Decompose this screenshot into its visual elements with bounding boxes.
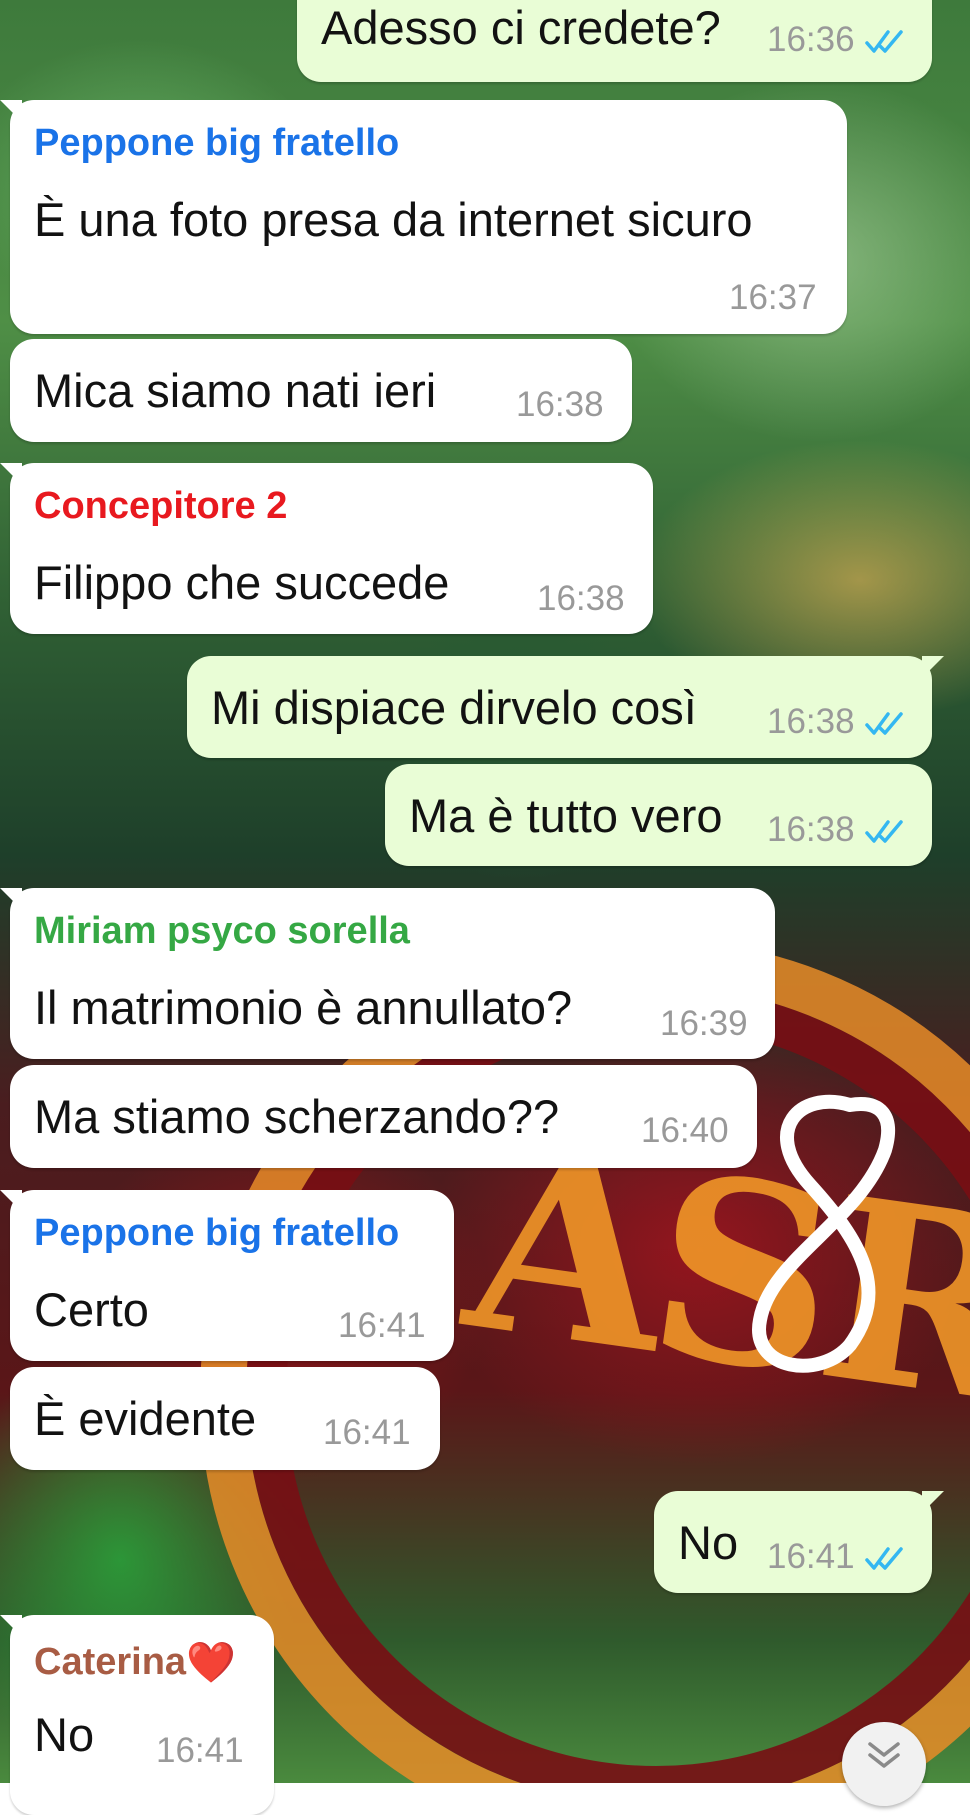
heart-icon: ❤️: [186, 1641, 236, 1685]
message-timestamp: 16:38: [516, 385, 604, 424]
double-check-icon: [865, 820, 903, 843]
bubble-tail: [922, 656, 944, 678]
message-timestamp: 16:38: [767, 702, 855, 741]
bubble-tail: [0, 463, 22, 485]
chevron-double-down-icon: [868, 1742, 900, 1768]
message-bubble-outgoing[interactable]: Mi dispiace dirvelo così 16:38: [187, 656, 944, 758]
bubble-tail: [922, 1491, 944, 1513]
scroll-to-bottom-button[interactable]: [842, 1722, 926, 1806]
message-timestamp: 16:39: [660, 1004, 748, 1043]
message-bubble-outgoing[interactable]: Adesso ci credete? 16:36: [297, 0, 932, 82]
message-text: È una foto presa da internet sicuro: [34, 193, 753, 246]
message-bubble-incoming[interactable]: Concepitore 2 Filippo che succede 16:38: [0, 463, 653, 634]
message-text: È evidente: [34, 1392, 257, 1445]
message-bubble-incoming[interactable]: Caterina❤️ No 16:41: [0, 1615, 274, 1815]
message-timestamp: 16:41: [338, 1306, 426, 1345]
message-bubble-incoming[interactable]: Peppone big fratello Certo 16:41: [0, 1190, 454, 1361]
sender-name-text: Caterina: [34, 1641, 187, 1683]
bubble-tail: [0, 1190, 22, 1212]
message-bubble-incoming[interactable]: Miriam psyco sorella Il matrimonio è ann…: [0, 888, 775, 1059]
message-bubble-incoming[interactable]: Mica siamo nati ieri 16:38: [10, 339, 632, 442]
double-check-icon: [865, 712, 903, 735]
message-timestamp: 16:38: [537, 579, 625, 618]
message-bubble-outgoing[interactable]: Ma è tutto vero 16:38: [385, 764, 932, 866]
message-timestamp: 16:41: [156, 1731, 244, 1770]
message-text: No: [678, 1516, 739, 1569]
message-text: Mica siamo nati ieri: [34, 364, 437, 417]
sender-name[interactable]: Caterina❤️: [34, 1637, 236, 1685]
sender-name[interactable]: Peppone big fratello: [34, 1212, 399, 1255]
sender-name[interactable]: Peppone big fratello: [34, 122, 399, 165]
message-text: Ma stiamo scherzando??: [34, 1090, 560, 1143]
double-check-icon: [865, 1547, 903, 1570]
message-timestamp: 16:40: [641, 1111, 729, 1150]
message-timestamp: 16:36: [767, 20, 855, 59]
sender-name[interactable]: Miriam psyco sorella: [34, 910, 410, 953]
bubble-tail: [0, 888, 22, 910]
message-text: Adesso ci credete?: [321, 1, 721, 54]
double-check-icon: [865, 30, 903, 53]
message-bubble-incoming[interactable]: Peppone big fratello È una foto presa da…: [0, 100, 847, 334]
message-text: Certo: [34, 1283, 149, 1336]
message-bubble-outgoing[interactable]: No 16:41: [654, 1491, 944, 1593]
message-text: Filippo che succede: [34, 556, 450, 609]
message-text: Mi dispiace dirvelo così: [211, 681, 697, 734]
sender-name[interactable]: Concepitore 2: [34, 485, 287, 528]
handdrawn-eight-mark: [752, 1094, 896, 1373]
message-timestamp: 16:41: [767, 1537, 855, 1576]
message-text: Il matrimonio è annullato?: [34, 981, 573, 1034]
bubble-tail: [0, 100, 22, 122]
message-timestamp: 16:41: [323, 1413, 411, 1452]
message-timestamp: 16:37: [729, 278, 817, 317]
bubble-tail: [0, 1615, 22, 1637]
message-text: Ma è tutto vero: [409, 789, 723, 842]
message-timestamp: 16:38: [767, 810, 855, 849]
message-bubble-incoming[interactable]: Ma stiamo scherzando?? 16:40: [10, 1065, 757, 1168]
message-bubble-incoming[interactable]: È evidente 16:41: [10, 1367, 440, 1470]
message-text: No: [34, 1708, 95, 1761]
